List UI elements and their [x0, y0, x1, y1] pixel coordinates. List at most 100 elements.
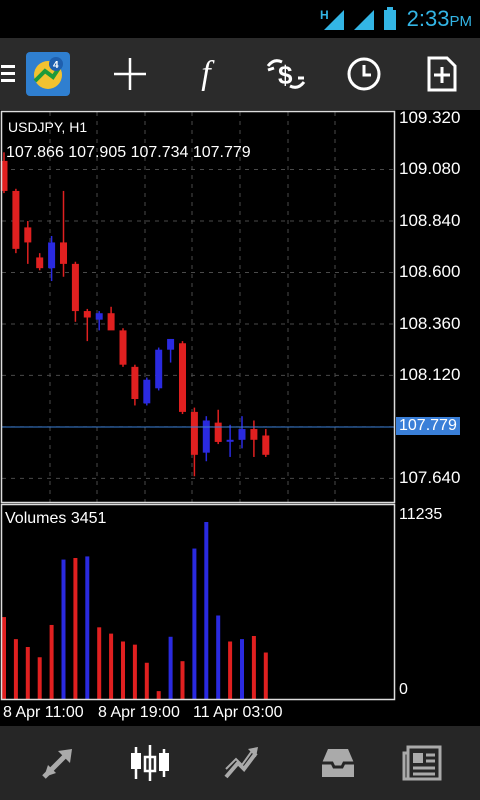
- candle-body: [24, 227, 32, 243]
- candle: [48, 235, 56, 282]
- candle: [202, 416, 210, 462]
- volume-bar: [73, 557, 78, 699]
- price-axis-label: 107.640: [399, 468, 461, 488]
- volume-bar: [49, 624, 54, 699]
- candle: [250, 420, 258, 457]
- candle-body: [238, 429, 246, 440]
- candle: [36, 253, 44, 271]
- volume-bar: [13, 639, 18, 699]
- candle: [60, 190, 67, 277]
- volume-bar: [263, 652, 268, 699]
- volume-chart-frame: [0, 503, 396, 701]
- candle-body: [107, 313, 115, 331]
- candle-body: [214, 422, 222, 442]
- candle: [119, 328, 127, 367]
- nav-news-button[interactable]: [374, 726, 470, 800]
- volume-bar: [109, 633, 114, 699]
- candle-body: [202, 420, 210, 453]
- status-bar: H 2:33PM: [0, 0, 480, 38]
- candle: [71, 261, 79, 322]
- new-order-button[interactable]: [412, 38, 472, 110]
- trade-button[interactable]: $: [256, 38, 316, 110]
- volume-axis-max: 11235: [399, 506, 443, 523]
- clock-time: 2:33: [406, 6, 450, 31]
- app-logo-button[interactable]: 4: [24, 38, 72, 110]
- price-axis-label: 108.600: [399, 262, 461, 282]
- nav-history-button[interactable]: [290, 726, 386, 800]
- volume-bar: [192, 548, 197, 699]
- indicators-button[interactable]: f: [176, 38, 236, 110]
- indicators-icon: f: [201, 55, 211, 92]
- candle-body: [262, 435, 270, 455]
- main-chart-frame: [0, 110, 396, 504]
- nav-history-icon: [322, 749, 354, 777]
- svg-text:H: H: [320, 8, 329, 22]
- candle-body: [95, 313, 103, 320]
- candle: [262, 429, 270, 457]
- volume-bar: [156, 691, 161, 699]
- status-clock: 2:33PM: [407, 6, 472, 32]
- volume-bar: [61, 559, 66, 699]
- price-axis-label: 108.360: [399, 313, 461, 333]
- volume-axis-min: 0: [399, 681, 408, 698]
- bottom-navigation: [0, 726, 480, 800]
- nav-trade-button[interactable]: [194, 726, 290, 800]
- nav-quotes-icon: [42, 749, 72, 779]
- svg-text:4: 4: [53, 60, 59, 71]
- trade-icon: $: [266, 59, 306, 90]
- volume-bar: [25, 647, 30, 699]
- period-clock-icon: [347, 57, 381, 91]
- candle: [12, 188, 20, 254]
- nav-chart-icon: [131, 745, 169, 781]
- crosshair-button[interactable]: [100, 38, 160, 110]
- period-button[interactable]: [334, 38, 394, 110]
- menu-icon: [1, 65, 15, 82]
- candle-body: [71, 263, 79, 312]
- menu-button[interactable]: [0, 38, 18, 110]
- price-axis-label: 108.120: [399, 365, 461, 385]
- volume-bar: [37, 657, 42, 699]
- volume-bar: [216, 615, 221, 699]
- candle-body: [167, 338, 175, 350]
- candle-body: [131, 366, 139, 400]
- candle: [179, 341, 186, 415]
- volume-bar: [121, 641, 125, 699]
- chart-area[interactable]: USDJPY, H1 107.866 107.905 107.734 107.7…: [0, 108, 480, 726]
- candle: [143, 377, 151, 406]
- volume-bar: [251, 635, 256, 699]
- volume-bar: [97, 627, 102, 699]
- candle: [107, 306, 115, 331]
- signal-icons: H: [320, 7, 396, 30]
- candle-body: [190, 411, 198, 455]
- volume-bar: [132, 644, 137, 699]
- candle-body: [143, 379, 151, 404]
- ohlc-values: 107.866 107.905 107.734 107.779: [6, 144, 251, 161]
- price-axis-label: 109.320: [399, 108, 461, 127]
- volume-bar: [228, 641, 233, 699]
- time-label-1: 8 Apr 11:00: [3, 704, 84, 721]
- current-price-tag: 107.779: [396, 417, 460, 435]
- candle: [24, 220, 32, 264]
- nav-news-icon: [402, 745, 442, 781]
- nav-chart-button[interactable]: [102, 726, 198, 800]
- candle: [167, 338, 175, 363]
- candle-body: [83, 311, 91, 318]
- price-axis-label: 109.080: [399, 159, 461, 179]
- clock-ampm: PM: [449, 13, 473, 30]
- candle-body: [60, 242, 67, 264]
- crosshair-icon: [114, 58, 146, 90]
- candle-body: [179, 343, 186, 412]
- volume-bar: [180, 661, 185, 699]
- nav-quotes-button[interactable]: [10, 726, 106, 800]
- volume-bar: [204, 522, 209, 699]
- new-order-icon: [427, 56, 457, 92]
- candle-body: [119, 330, 127, 365]
- candle-body: [12, 190, 20, 249]
- candle: [155, 347, 163, 391]
- toolbar: 4 f $: [0, 38, 480, 110]
- time-label-2: 8 Apr 19:00: [98, 704, 180, 721]
- nav-trade-icon: [224, 747, 258, 779]
- volume-bar: [144, 662, 149, 699]
- symbol-label: USDJPY, H1: [8, 119, 88, 135]
- candle: [226, 424, 234, 457]
